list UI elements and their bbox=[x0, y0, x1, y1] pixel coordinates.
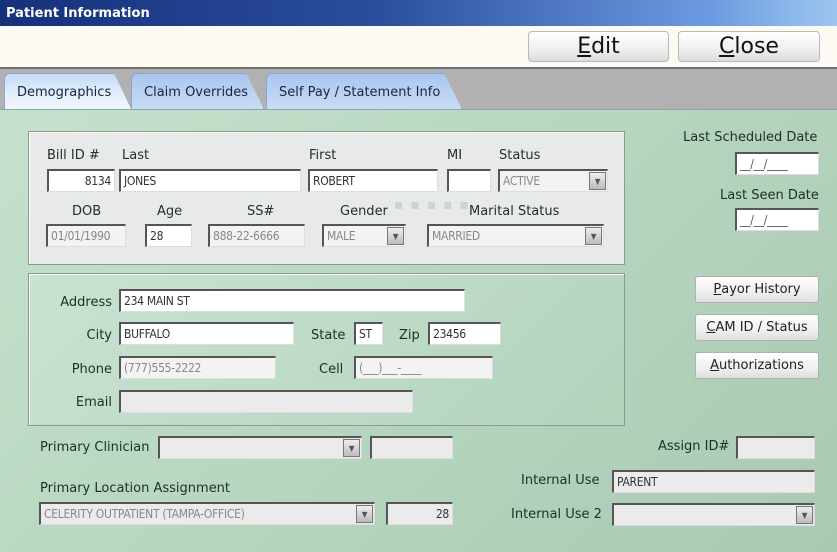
internal-use-2-dropdown[interactable]: ▼ bbox=[612, 503, 815, 526]
dob-field[interactable]: 01/01/1990 bbox=[46, 224, 126, 247]
last-scheduled-date-field[interactable]: __/__/____ bbox=[735, 152, 819, 175]
mi-label: MI bbox=[447, 148, 463, 163]
window-title: Patient Information bbox=[6, 6, 150, 21]
tab-claim-overrides[interactable]: Claim Overrides bbox=[131, 73, 264, 109]
authorizations-hotkey: A bbox=[710, 358, 719, 373]
authorizations-label: uthorizations bbox=[718, 358, 804, 373]
address-field[interactable]: 234 MAIN ST bbox=[119, 289, 465, 312]
chevron-down-icon[interactable]: ▼ bbox=[796, 506, 813, 524]
last-seen-date-field[interactable]: __/__/____ bbox=[735, 208, 819, 231]
status-dropdown[interactable]: ACTIVE ▼ bbox=[498, 169, 608, 192]
tab-strip: Demographics Claim Overrides Self Pay / … bbox=[0, 69, 837, 109]
demographics-panel: ▪ ▪ ▪ ▪ ▪ Bill ID # Last First MI Status… bbox=[28, 131, 625, 265]
payor-history-label: ayor History bbox=[721, 282, 801, 297]
gender-label: Gender bbox=[340, 204, 388, 219]
ssn-field[interactable]: 888-22-6666 bbox=[208, 224, 305, 247]
phone-label: Phone bbox=[71, 362, 112, 377]
primary-location-value: CELERITY OUTPATIENT (TAMPA-OFFICE) bbox=[44, 507, 245, 521]
internal-use-label: Internal Use bbox=[521, 473, 600, 488]
cell-field[interactable]: (___)___-____ bbox=[354, 356, 493, 379]
tab-label: Claim Overrides bbox=[144, 85, 249, 100]
tab-self-pay-statement-info[interactable]: Self Pay / Statement Info bbox=[266, 73, 462, 109]
cam-id-status-button[interactable]: C AM ID / Status bbox=[695, 314, 819, 341]
last-name-field[interactable]: JONES bbox=[119, 169, 301, 192]
primary-clinician-label: Primary Clinician bbox=[40, 440, 150, 455]
gender-dropdown[interactable]: MALE ▼ bbox=[322, 224, 406, 247]
tab-label: Demographics bbox=[17, 85, 112, 100]
dob-label: DOB bbox=[72, 204, 102, 219]
email-field[interactable] bbox=[119, 390, 413, 413]
bill-id-field[interactable]: 8134 bbox=[47, 169, 115, 192]
authorizations-button[interactable]: Authorizations bbox=[695, 352, 819, 379]
city-field[interactable]: BUFFALO bbox=[119, 322, 294, 345]
chevron-down-icon[interactable]: ▼ bbox=[343, 439, 360, 457]
primary-clinician-dropdown[interactable]: ▼ bbox=[158, 436, 362, 459]
status-value: ACTIVE bbox=[503, 174, 540, 188]
payor-history-button[interactable]: Payor History bbox=[695, 276, 819, 303]
tab-label: Self Pay / Statement Info bbox=[279, 85, 441, 100]
city-label: City bbox=[86, 328, 112, 343]
tab-demographics[interactable]: Demographics bbox=[4, 73, 132, 111]
marital-status-value: MARRIED bbox=[432, 229, 480, 243]
primary-location-code-field[interactable]: 28 bbox=[386, 502, 453, 525]
first-name-label: First bbox=[309, 148, 337, 163]
toolbar: Edit Close bbox=[0, 26, 837, 69]
zip-field[interactable]: 23456 bbox=[428, 322, 501, 345]
ssn-label: SS# bbox=[247, 204, 275, 219]
age-field[interactable]: 28 bbox=[145, 224, 192, 247]
watermark: ▪ ▪ ▪ ▪ ▪ bbox=[394, 197, 470, 213]
email-label: Email bbox=[75, 395, 112, 410]
middle-initial-field[interactable] bbox=[447, 169, 491, 192]
state-label: State bbox=[311, 328, 346, 343]
gender-value: MALE bbox=[327, 229, 356, 243]
age-label: Age bbox=[157, 204, 183, 219]
primary-location-label: Primary Location Assignment bbox=[40, 481, 231, 496]
window-titlebar: Patient Information bbox=[0, 0, 837, 26]
assign-id-field[interactable] bbox=[736, 436, 815, 459]
contact-panel: Address 234 MAIN ST City BUFFALO State S… bbox=[28, 273, 625, 426]
marital-status-dropdown[interactable]: MARRIED ▼ bbox=[427, 224, 604, 247]
last-scheduled-date-label: Last Scheduled Date bbox=[683, 130, 818, 145]
zip-label: Zip bbox=[399, 328, 420, 343]
last-seen-date-label: Last Seen Date bbox=[720, 188, 819, 203]
chevron-down-icon[interactable]: ▼ bbox=[589, 172, 606, 190]
internal-use-2-label: Internal Use 2 bbox=[511, 507, 602, 522]
internal-use-field[interactable]: PARENT bbox=[612, 470, 815, 493]
edit-button[interactable]: Edit bbox=[528, 31, 669, 62]
first-name-field[interactable]: ROBERT bbox=[308, 169, 438, 192]
chevron-down-icon[interactable]: ▼ bbox=[356, 505, 373, 523]
last-name-label: Last bbox=[122, 148, 150, 163]
primary-clinician-code-field[interactable] bbox=[370, 436, 453, 459]
phone-field[interactable]: (777)555-2222 bbox=[119, 356, 276, 379]
address-label: Address bbox=[60, 295, 112, 310]
chevron-down-icon[interactable]: ▼ bbox=[585, 227, 602, 245]
close-button[interactable]: Close bbox=[678, 31, 820, 62]
status-label: Status bbox=[499, 148, 541, 163]
edit-hotkey: E bbox=[577, 34, 592, 59]
payor-history-hotkey: P bbox=[713, 282, 722, 297]
bill-id-label: Bill ID # bbox=[47, 148, 100, 163]
assign-id-label: Assign ID# bbox=[658, 439, 730, 454]
cell-label: Cell bbox=[319, 362, 344, 377]
close-label: lose bbox=[734, 34, 779, 59]
cam-id-hotkey: C bbox=[706, 320, 716, 335]
marital-status-label: Marital Status bbox=[469, 204, 560, 219]
edit-label: dit bbox=[591, 34, 620, 59]
primary-location-dropdown[interactable]: CELERITY OUTPATIENT (TAMPA-OFFICE) ▼ bbox=[39, 502, 375, 525]
close-hotkey: C bbox=[719, 34, 735, 59]
cam-id-label: AM ID / Status bbox=[715, 320, 808, 335]
demographics-tab-content: ▪ ▪ ▪ ▪ ▪ Bill ID # Last First MI Status… bbox=[0, 109, 837, 552]
chevron-down-icon[interactable]: ▼ bbox=[387, 227, 404, 245]
state-field[interactable]: ST bbox=[354, 322, 383, 345]
